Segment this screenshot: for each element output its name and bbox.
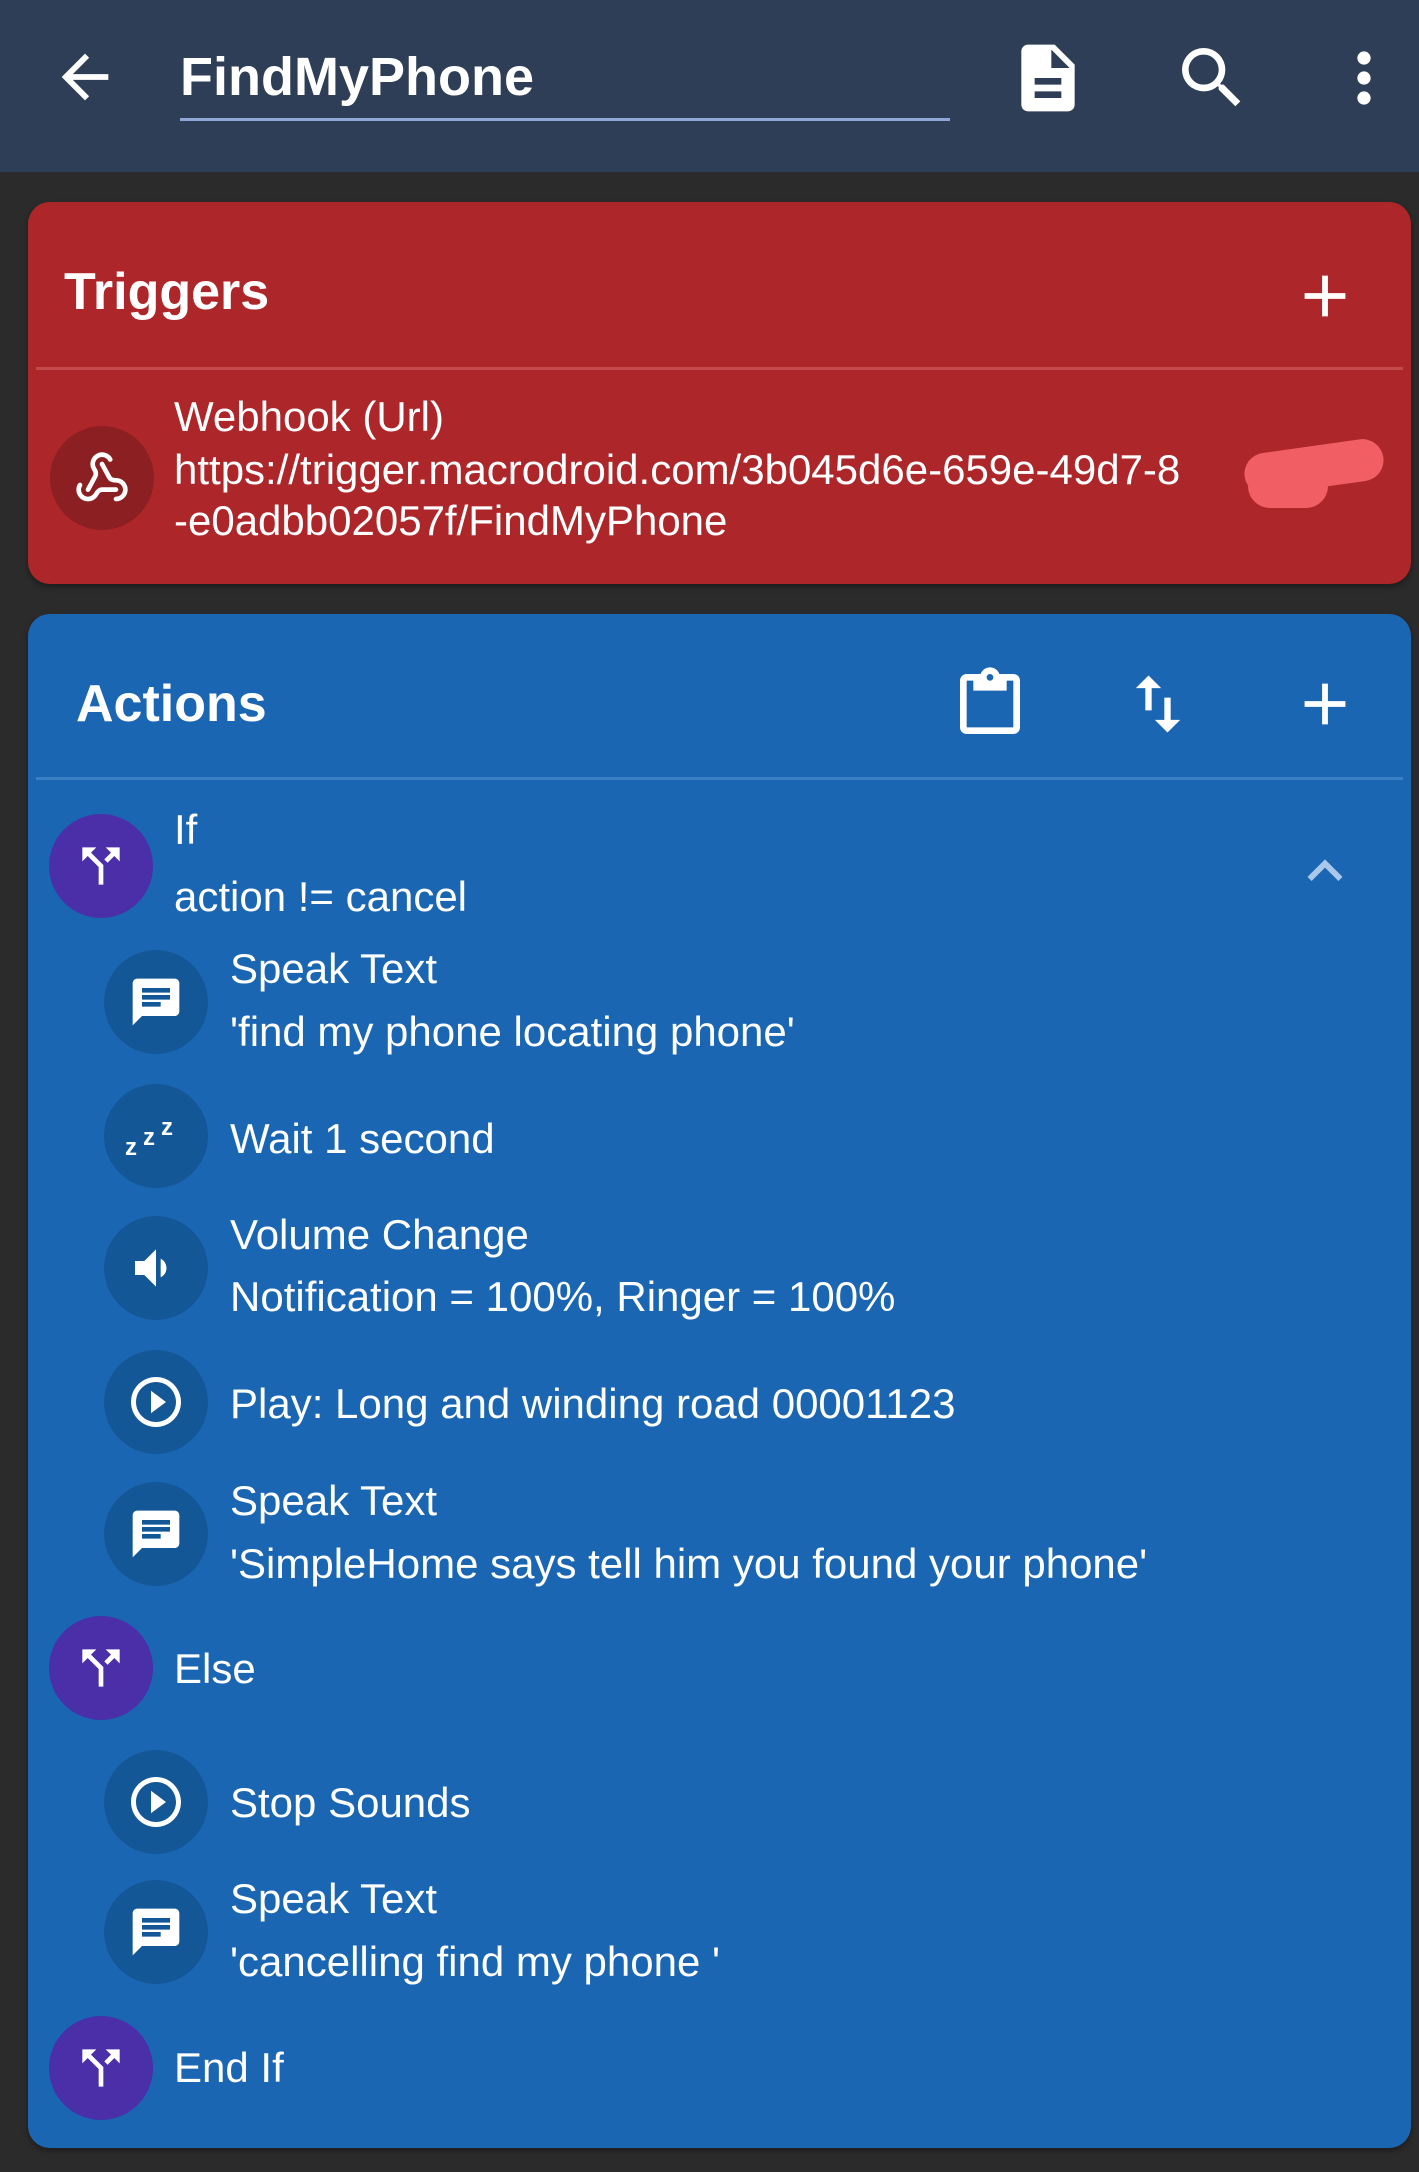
branch-icon — [49, 2016, 153, 2120]
add-action-icon[interactable] — [1290, 669, 1360, 739]
action-line1: Volume Change — [230, 1211, 529, 1258]
search-icon[interactable] — [1172, 38, 1252, 118]
branch-icon — [49, 814, 153, 918]
reorder-icon[interactable] — [1120, 666, 1196, 742]
macro-name: FindMyPhone — [180, 47, 534, 107]
actions-title: Actions — [76, 675, 267, 733]
actions-section: Actions If action != cancel Speak Text '… — [28, 614, 1411, 2148]
action-line1: Speak Text — [230, 1477, 438, 1524]
action-line1: End If — [174, 2044, 284, 2091]
action-line1: Play: Long and winding road 00001123 — [230, 1380, 956, 1427]
redaction-mark — [1248, 464, 1328, 508]
action-line1: Speak Text — [230, 945, 438, 992]
app-bar: FindMyPhone — [0, 0, 1419, 172]
speech-icon — [104, 1880, 208, 1984]
webhook-icon — [50, 426, 154, 530]
triggers-divider — [36, 367, 1403, 370]
action-line1: Stop Sounds — [230, 1779, 471, 1826]
volume-icon — [104, 1216, 208, 1320]
back-arrow-icon[interactable] — [50, 42, 120, 112]
play-icon — [104, 1350, 208, 1454]
action-line1: Speak Text — [230, 1875, 438, 1922]
sleep-icon: z z z — [104, 1084, 208, 1188]
macro-name-field[interactable]: FindMyPhone — [180, 40, 950, 121]
svg-text:z: z — [143, 1124, 155, 1151]
play-icon — [104, 1750, 208, 1854]
add-trigger-icon[interactable] — [1290, 261, 1360, 331]
triggers-section: Triggers Webhook (Url) https://trigger.m… — [28, 202, 1411, 584]
action-line2: 'cancelling find my phone ' — [230, 1938, 720, 1985]
action-line1: Wait 1 second — [230, 1115, 495, 1162]
speech-icon — [104, 1482, 208, 1586]
action-line1: If — [174, 806, 198, 853]
document-icon[interactable] — [1008, 38, 1088, 118]
actions-divider — [36, 777, 1403, 780]
more-vert-icon[interactable] — [1324, 38, 1404, 118]
branch-icon — [49, 1616, 153, 1720]
clipboard-icon[interactable] — [950, 664, 1030, 744]
action-line2: 'find my phone locating phone' — [230, 1008, 795, 1055]
svg-text:z: z — [161, 1114, 173, 1141]
triggers-title: Triggers — [64, 263, 270, 321]
speech-icon — [104, 950, 208, 1054]
collapse-chevron-icon[interactable] — [1290, 836, 1360, 906]
action-line1: Else — [174, 1645, 256, 1692]
action-line2: 'SimpleHome says tell him you found your… — [230, 1540, 1148, 1587]
action-line2: action != cancel — [174, 873, 468, 920]
trigger-url-line2: -e0adbb02057f/FindMyPhone — [174, 497, 728, 544]
action-line2: Notification = 100%, Ringer = 100% — [230, 1273, 896, 1320]
svg-text:z: z — [125, 1134, 137, 1161]
